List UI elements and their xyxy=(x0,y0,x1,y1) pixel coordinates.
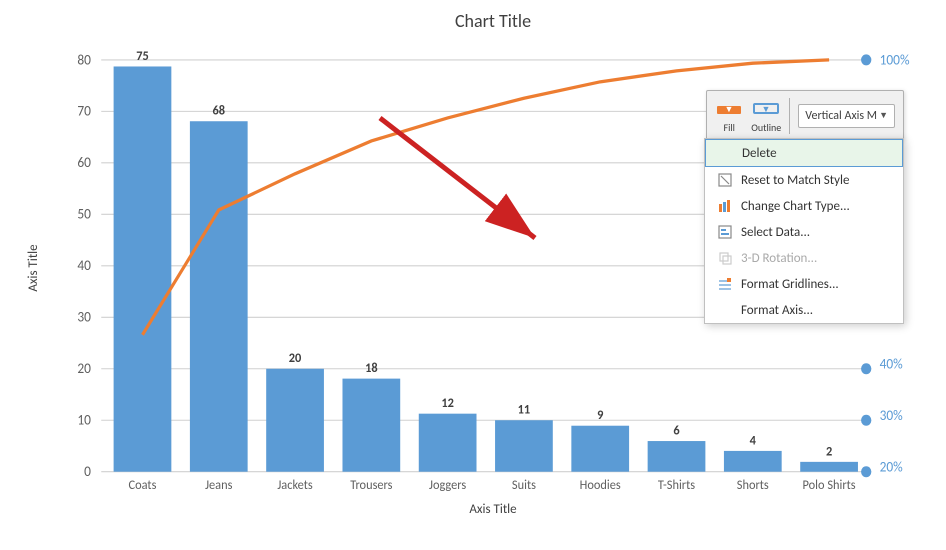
svg-text:20: 20 xyxy=(289,351,302,366)
chart-area: Axis Title Axis Title 80 70 60 50 40 30 … xyxy=(60,38,926,498)
svg-text:30%: 30% xyxy=(880,407,903,425)
svg-text:30: 30 xyxy=(77,308,91,326)
format-gridlines-label: Format Gridlines... xyxy=(741,277,839,292)
menu-item-select-data[interactable]: Select Data... xyxy=(705,219,903,245)
fill-outline-group: ▼ Fill xyxy=(715,97,743,134)
axis-dropdown-label: Vertical Axis M xyxy=(805,109,877,123)
svg-text:Suits: Suits xyxy=(512,478,536,493)
svg-text:20: 20 xyxy=(77,360,91,378)
format-axis-icon xyxy=(717,302,733,318)
svg-text:20%: 20% xyxy=(880,458,903,476)
delete-label: Delete xyxy=(742,146,777,161)
svg-text:40%: 40% xyxy=(880,355,903,373)
svg-text:0: 0 xyxy=(84,463,91,481)
3d-rotation-label: 3-D Rotation... xyxy=(741,251,817,266)
reset-icon xyxy=(717,172,733,188)
3d-rotation-icon xyxy=(717,250,733,266)
menu-item-format-axis[interactable]: Format Axis... xyxy=(705,297,903,323)
select-data-icon xyxy=(717,224,733,240)
svg-text:100%: 100% xyxy=(880,51,910,69)
menu-item-3d-rotation: 3-D Rotation... xyxy=(705,245,903,271)
svg-text:Polo Shirts: Polo Shirts xyxy=(803,478,856,493)
dropdown-arrow-icon: ▼ xyxy=(879,110,888,121)
svg-text:9: 9 xyxy=(597,408,604,423)
fill-icon[interactable]: ▼ xyxy=(715,97,743,119)
axis-dropdown[interactable]: Vertical Axis M ▼ xyxy=(798,104,895,128)
svg-text:Hoodies: Hoodies xyxy=(580,478,621,493)
toolbar-separator xyxy=(789,98,790,134)
svg-text:11: 11 xyxy=(518,402,531,417)
svg-text:Jackets: Jackets xyxy=(277,478,312,493)
svg-text:▼: ▼ xyxy=(725,104,734,115)
outline-icon[interactable]: ▼ xyxy=(752,97,780,119)
svg-text:10: 10 xyxy=(77,411,91,429)
svg-text:2: 2 xyxy=(826,444,833,459)
svg-text:Coats: Coats xyxy=(129,478,157,493)
fill-label: Fill xyxy=(723,121,734,134)
menu-item-reset[interactable]: Reset to Match Style xyxy=(705,167,903,193)
change-chart-icon xyxy=(717,198,733,214)
svg-text:12: 12 xyxy=(441,396,454,411)
svg-text:4: 4 xyxy=(750,433,757,448)
svg-text:6: 6 xyxy=(673,423,680,438)
svg-text:60: 60 xyxy=(77,154,91,172)
select-data-label: Select Data... xyxy=(741,225,810,240)
menu-item-delete[interactable]: Delete xyxy=(705,139,903,167)
reset-label: Reset to Match Style xyxy=(741,173,849,188)
menu-item-format-gridlines[interactable]: Format Gridlines... xyxy=(705,271,903,297)
menu-item-change-chart[interactable]: Change Chart Type... xyxy=(705,193,903,219)
svg-text:Joggers: Joggers xyxy=(429,478,466,493)
svg-text:▼: ▼ xyxy=(762,104,771,115)
chart-title: Chart Title xyxy=(60,10,926,32)
y-axis-title-left: Axis Title xyxy=(26,244,41,291)
svg-text:18: 18 xyxy=(365,361,378,376)
svg-text:Trousers: Trousers xyxy=(350,478,392,493)
context-menu: Delete Reset to Match Style xyxy=(704,138,904,324)
format-axis-label: Format Axis... xyxy=(741,303,813,318)
outline-group: ▼ Outline xyxy=(751,97,781,134)
svg-text:75: 75 xyxy=(136,49,149,64)
svg-text:70: 70 xyxy=(77,102,91,120)
svg-text:50: 50 xyxy=(77,205,91,223)
delete-icon xyxy=(718,145,734,161)
svg-text:68: 68 xyxy=(212,103,225,118)
outline-label: Outline xyxy=(751,121,781,134)
x-axis-title: Axis Title xyxy=(60,502,926,517)
svg-text:T-Shirts: T-Shirts xyxy=(658,478,695,493)
format-gridlines-icon xyxy=(717,276,733,292)
chart-container: Chart Title Axis Title Axis Title 80 70 … xyxy=(0,0,946,550)
toolbar-popup: ▼ Fill ▼ Outline Vertical Axis M ▼ xyxy=(706,90,904,141)
svg-text:40: 40 xyxy=(77,257,91,275)
svg-text:Jeans: Jeans xyxy=(205,478,232,493)
svg-text:Shorts: Shorts xyxy=(737,478,769,493)
svg-text:80: 80 xyxy=(77,51,91,69)
change-chart-label: Change Chart Type... xyxy=(741,199,850,214)
